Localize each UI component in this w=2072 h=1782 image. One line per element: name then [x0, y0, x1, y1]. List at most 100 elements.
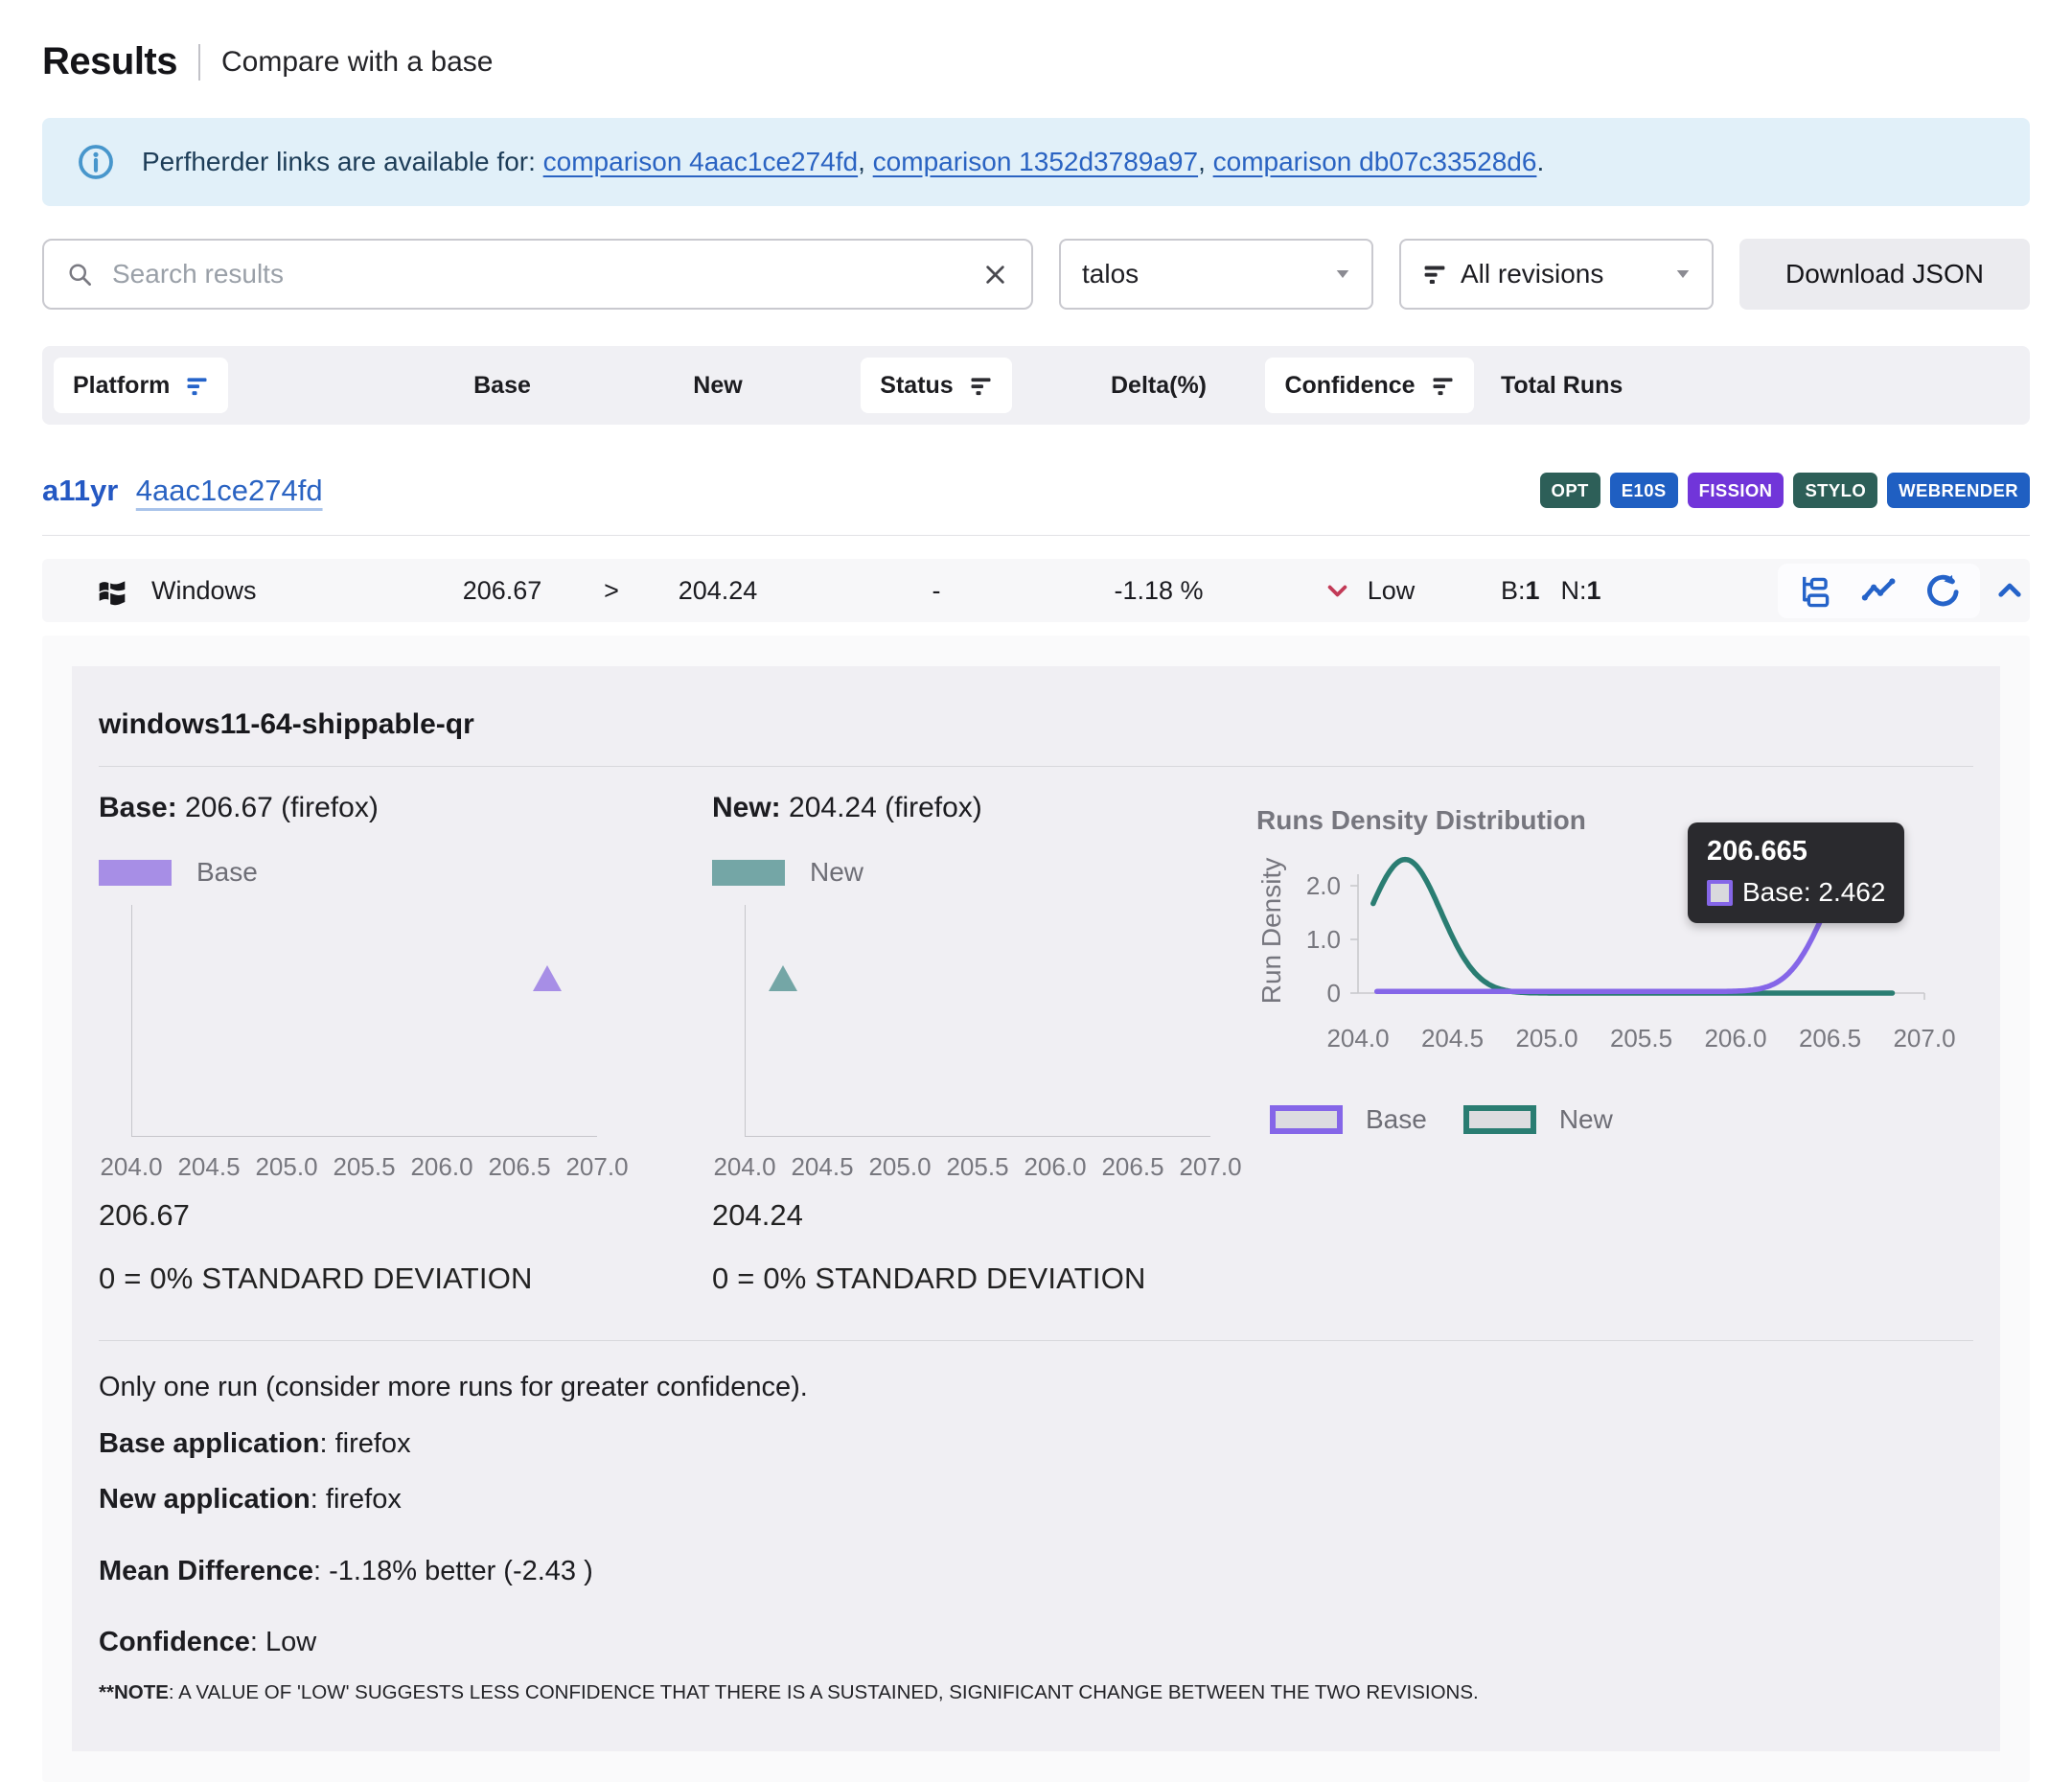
tooltip-series-value: Base: 2.462: [1742, 877, 1885, 908]
base-mean: 206.67: [99, 1198, 712, 1233]
column-header-base: Base: [416, 372, 588, 400]
density-legend-new-label: New: [1559, 1104, 1613, 1135]
filter-icon: [1431, 374, 1455, 398]
search-input[interactable]: [112, 259, 963, 289]
status-filter-button[interactable]: Status: [861, 358, 1011, 413]
density-y-ticks: 2.01.00: [1291, 849, 1341, 1007]
refresh-icon[interactable]: [1925, 573, 1961, 609]
base-legend: Base: [99, 857, 712, 888]
new-header: New: 204.24 (firefox): [712, 792, 1249, 824]
mean-difference-line: Mean Difference: -1.18% better (-2.43 ): [99, 1552, 1973, 1591]
platform-name: Windows: [151, 576, 257, 606]
detail-notes: Only one run (consider more runs for gre…: [99, 1368, 1973, 1707]
tag-webrender: WEBRENDER: [1887, 473, 2030, 508]
page-subtitle: Compare with a base: [221, 46, 493, 79]
graph-icon[interactable]: [1861, 573, 1897, 609]
charts-row: Base: 206.67 (firefox) Base 204.0204.520…: [99, 792, 1973, 1296]
base-stddev: 0 = 0% STANDARD DEVIATION: [99, 1261, 712, 1296]
detail-card: windows11-64-shippable-qr Base: 206.67 (…: [72, 666, 2000, 1751]
confidence-filter-button[interactable]: Confidence: [1265, 358, 1473, 413]
search-box: [42, 239, 1033, 310]
revision-header: a11yr 4aac1ce274fd OPT E10S FISSION STYLO WE…: [42, 473, 2030, 536]
column-header-total-runs: Total Runs: [1493, 372, 1733, 400]
title-divider: [198, 44, 200, 81]
base-value: 206.67: [416, 576, 588, 606]
detail-outer: windows11-64-shippable-qr Base: 206.67 (…: [42, 636, 2030, 1782]
base-header: Base: 206.67 (firefox): [99, 792, 712, 824]
new-distribution-column: New: 204.24 (firefox) New 204.0204.5205.…: [712, 792, 1249, 1296]
filter-icon: [969, 374, 993, 398]
new-legend-swatch: [712, 860, 785, 886]
base-application-line: Base application: firefox: [99, 1424, 1973, 1464]
page-title: Results: [42, 40, 177, 83]
comparison-arrow: >: [588, 576, 634, 606]
subtest-title: windows11-64-shippable-qr: [99, 708, 1973, 741]
base-x-axis: 204.0204.5205.0205.5206.0206.5207.0: [131, 1152, 597, 1183]
delta-value: -1.18 %: [1071, 576, 1246, 606]
revisions-select[interactable]: All revisions: [1399, 239, 1714, 310]
density-chart: Run Density 2.01.00 206.665 Base: 2.462: [1249, 849, 1973, 1012]
new-x-axis: 204.0204.5205.0205.5206.0206.5207.0: [745, 1152, 1210, 1183]
tooltip-series-swatch: [1707, 880, 1733, 906]
revision-hash-link[interactable]: 4aac1ce274fd: [136, 474, 323, 507]
search-icon: [67, 262, 93, 288]
column-header-new: New: [634, 372, 801, 400]
results-table-header: Platform Base New Status Delta(%: [42, 346, 2030, 425]
comparison-link-3[interactable]: comparison db07c33528d6: [1213, 147, 1537, 176]
revision-title: a11yr 4aac1ce274fd: [42, 474, 323, 508]
row-actions: [1778, 564, 2030, 618]
tag-list: OPT E10S FISSION STYLO WEBRENDER: [1540, 473, 2030, 508]
info-icon: [77, 143, 115, 181]
base-distribution-column: Base: 206.67 (firefox) Base 204.0204.520…: [99, 792, 712, 1296]
tooltip-series-line: Base: 2.462: [1707, 877, 1885, 908]
new-stddev: 0 = 0% STANDARD DEVIATION: [712, 1261, 1249, 1296]
framework-select[interactable]: talos: [1059, 239, 1373, 310]
filter-icon: [1422, 262, 1447, 287]
controls-row: talos All revisions Download JSON: [42, 239, 2030, 310]
new-value: 204.24: [634, 576, 801, 606]
confidence-cell: Low: [1246, 576, 1493, 606]
suite-name: a11yr: [42, 474, 118, 507]
confidence-line: Confidence: Low: [99, 1623, 1973, 1662]
tag-opt: OPT: [1540, 473, 1600, 508]
density-column: Runs Density Distribution Run Density 2.…: [1249, 792, 1973, 1296]
new-marker-triangle: [769, 965, 797, 991]
status-value: -: [801, 576, 1071, 606]
new-application-line: New application: firefox: [99, 1480, 1973, 1519]
base-marker-triangle: [533, 965, 562, 991]
revisions-selected-value: All revisions: [1461, 259, 1662, 289]
comparison-link-1[interactable]: comparison 4aac1ce274fd: [543, 147, 858, 176]
info-banner: Perfherder links are available for: comp…: [42, 118, 2030, 206]
download-json-button[interactable]: Download JSON: [1739, 239, 2030, 310]
page-header: Results Compare with a base: [42, 40, 2030, 83]
row-action-group: [1778, 564, 1980, 618]
new-mean: 204.24: [712, 1198, 1249, 1233]
density-x-axis: 204.0204.5205.0205.5206.0206.5207.0: [1348, 1024, 1943, 1054]
density-legend: Base New: [1270, 1104, 1973, 1135]
comparison-link-2[interactable]: comparison 1352d3789a97: [873, 147, 1198, 176]
platform-result-row: Windows 206.67 > 204.24 - -1.18 % Low B:…: [42, 559, 2030, 622]
base-legend-swatch: [99, 860, 172, 886]
chart-tooltip: 206.665 Base: 2.462: [1688, 822, 1904, 923]
density-legend-base-label: Base: [1366, 1104, 1427, 1135]
windows-logo-icon: [96, 574, 128, 607]
perfherder-results-page: Results Compare with a base Perfherder l…: [0, 40, 2072, 1782]
tooltip-x-value: 206.665: [1707, 836, 1885, 868]
confidence-value: Low: [1368, 576, 1416, 606]
tag-stylo: STYLO: [1793, 473, 1877, 508]
clear-search-icon[interactable]: [982, 262, 1008, 288]
new-legend: New: [712, 857, 1249, 888]
base-spread-chart: [131, 905, 597, 1137]
new-spread-chart: [745, 905, 1210, 1137]
tag-e10s: E10S: [1610, 473, 1678, 508]
tag-fission: FISSION: [1688, 473, 1784, 508]
platform-filter-button[interactable]: Platform: [54, 358, 228, 413]
platform-cell: Windows: [42, 574, 416, 607]
collapse-chevron-up-icon[interactable]: [1993, 574, 2026, 607]
banner-text: Perfherder links are available for: comp…: [142, 147, 1544, 177]
total-runs-cell: B:1N:1: [1493, 576, 1733, 606]
subtests-icon[interactable]: [1797, 573, 1832, 609]
caret-down-icon: [1675, 268, 1691, 280]
low-confidence-note: **NOTE: A VALUE OF 'LOW' SUGGESTS LESS C…: [99, 1679, 1973, 1707]
density-legend-new-swatch: [1463, 1105, 1536, 1134]
